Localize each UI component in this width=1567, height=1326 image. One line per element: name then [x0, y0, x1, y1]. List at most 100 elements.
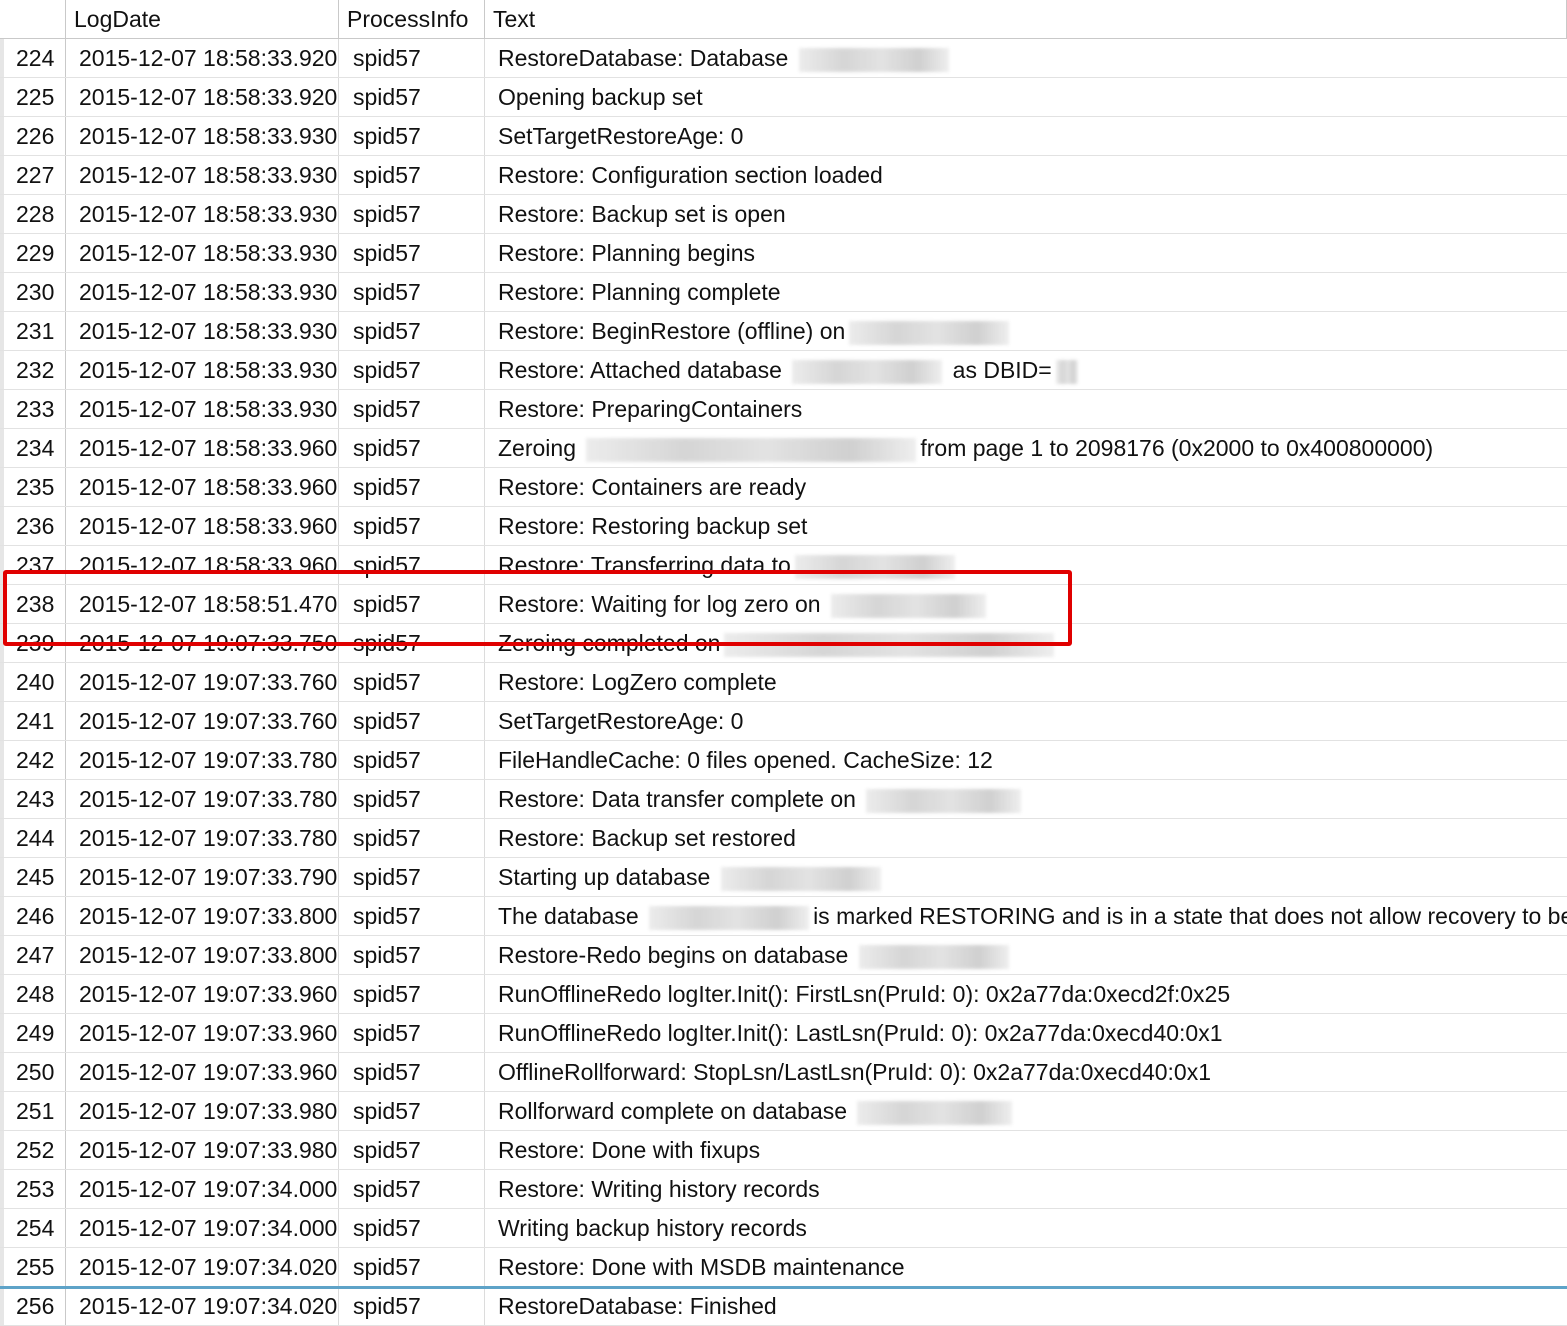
table-row[interactable]: 226 2015-12-07 18:58:33.930 spid57 SetTarge…: [0, 117, 1567, 156]
logdate-cell[interactable]: 2015-12-07 19:07:34.020: [66, 1248, 339, 1286]
table-row[interactable]: 231 2015-12-07 18:58:33.930 spid57 Restore:…: [0, 312, 1567, 351]
row-number-cell[interactable]: 237: [0, 546, 66, 584]
logdate-cell[interactable]: 2015-12-07 19:07:33.960: [66, 975, 339, 1013]
processinfo-cell[interactable]: spid57: [339, 390, 485, 428]
logdate-cell[interactable]: 2015-12-07 19:07:33.750: [66, 624, 339, 662]
text-cell[interactable]: RestoreDatabase: Database: [485, 39, 1567, 77]
processinfo-cell[interactable]: spid57: [339, 1092, 485, 1130]
processinfo-cell[interactable]: spid57: [339, 936, 485, 974]
table-row[interactable]: 238 2015-12-07 18:58:51.470 spid57 Restore:…: [0, 585, 1567, 624]
text-cell[interactable]: Zeroing completed on: [485, 624, 1567, 662]
processinfo-cell[interactable]: spid57: [339, 585, 485, 623]
row-number-cell[interactable]: 226: [0, 117, 66, 155]
table-row[interactable]: 227 2015-12-07 18:58:33.930 spid57 Restore:…: [0, 156, 1567, 195]
text-cell[interactable]: Restore: Transferring data to: [485, 546, 1567, 584]
header-text[interactable]: Text: [485, 0, 1567, 38]
row-number-cell[interactable]: 235: [0, 468, 66, 506]
row-number-cell[interactable]: 229: [0, 234, 66, 272]
processinfo-cell[interactable]: spid57: [339, 702, 485, 740]
table-row[interactable]: 240 2015-12-07 19:07:33.760 spid57 Restore:…: [0, 663, 1567, 702]
row-number-cell[interactable]: 231: [0, 312, 66, 350]
processinfo-cell[interactable]: spid57: [339, 975, 485, 1013]
table-row[interactable]: 229 2015-12-07 18:58:33.930 spid57 Restore:…: [0, 234, 1567, 273]
table-row[interactable]: 253 2015-12-07 19:07:34.000 spid57 Restore:…: [0, 1170, 1567, 1209]
row-number-cell[interactable]: 232: [0, 351, 66, 389]
table-row[interactable]: 252 2015-12-07 19:07:33.980 spid57 Restore:…: [0, 1131, 1567, 1170]
text-cell[interactable]: Zeroing from page 1 to 2098176 (0x2000 t…: [485, 429, 1567, 467]
logdate-cell[interactable]: 2015-12-07 19:07:33.800: [66, 897, 339, 935]
header-logdate[interactable]: LogDate: [66, 0, 339, 38]
row-number-cell[interactable]: 233: [0, 390, 66, 428]
logdate-cell[interactable]: 2015-12-07 19:07:33.780: [66, 819, 339, 857]
text-cell[interactable]: Restore: Done with MSDB maintenance: [485, 1248, 1567, 1286]
logdate-cell[interactable]: 2015-12-07 19:07:33.960: [66, 1014, 339, 1052]
text-cell[interactable]: Restore: Done with fixups: [485, 1131, 1567, 1169]
row-number-cell[interactable]: 230: [0, 273, 66, 311]
text-cell[interactable]: RunOfflineRedo logIter.Init(): LastLsn(P…: [485, 1014, 1567, 1052]
processinfo-cell[interactable]: spid57: [339, 78, 485, 116]
table-row[interactable]: 245 2015-12-07 19:07:33.790 spid57 Starting…: [0, 858, 1567, 897]
table-row[interactable]: 244 2015-12-07 19:07:33.780 spid57 Restore:…: [0, 819, 1567, 858]
text-cell[interactable]: Restore: Backup set restored: [485, 819, 1567, 857]
text-cell[interactable]: Restore: Planning begins: [485, 234, 1567, 272]
table-row[interactable]: 232 2015-12-07 18:58:33.930 spid57 Restore:…: [0, 351, 1567, 390]
processinfo-cell[interactable]: spid57: [339, 819, 485, 857]
text-cell[interactable]: SetTargetRestoreAge: 0: [485, 117, 1567, 155]
row-number-cell[interactable]: 252: [0, 1131, 66, 1169]
table-row[interactable]: 246 2015-12-07 19:07:33.800 spid57 The data…: [0, 897, 1567, 936]
table-row[interactable]: 224 2015-12-07 18:58:33.920 spid57 RestoreD…: [0, 39, 1567, 78]
processinfo-cell[interactable]: spid57: [339, 312, 485, 350]
logdate-cell[interactable]: 2015-12-07 19:07:33.780: [66, 780, 339, 818]
processinfo-cell[interactable]: spid57: [339, 156, 485, 194]
row-number-cell[interactable]: 224: [0, 39, 66, 77]
processinfo-cell[interactable]: spid57: [339, 117, 485, 155]
text-cell[interactable]: Restore: Backup set is open: [485, 195, 1567, 233]
table-row[interactable]: 254 2015-12-07 19:07:34.000 spid57 Writing …: [0, 1209, 1567, 1248]
row-number-cell[interactable]: 239: [0, 624, 66, 662]
text-cell[interactable]: Restore: Planning complete: [485, 273, 1567, 311]
logdate-cell[interactable]: 2015-12-07 19:07:33.800: [66, 936, 339, 974]
row-number-cell[interactable]: 255: [0, 1248, 66, 1286]
row-number-cell[interactable]: 244: [0, 819, 66, 857]
logdate-cell[interactable]: 2015-12-07 19:07:33.760: [66, 702, 339, 740]
text-cell[interactable]: The database is marked RESTORING and is …: [485, 897, 1567, 935]
logdate-cell[interactable]: 2015-12-07 18:58:33.930: [66, 117, 339, 155]
table-row[interactable]: 235 2015-12-07 18:58:33.960 spid57 Restore:…: [0, 468, 1567, 507]
table-row[interactable]: 256 2015-12-07 19:07:34.020 spid57 RestoreD…: [0, 1287, 1567, 1326]
table-row[interactable]: 237 2015-12-07 18:58:33.960 spid57 Restore:…: [0, 546, 1567, 585]
logdate-cell[interactable]: 2015-12-07 19:07:33.980: [66, 1092, 339, 1130]
table-row[interactable]: 228 2015-12-07 18:58:33.930 spid57 Restore:…: [0, 195, 1567, 234]
processinfo-cell[interactable]: spid57: [339, 507, 485, 545]
table-row[interactable]: 255 2015-12-07 19:07:34.020 spid57 Restore:…: [0, 1248, 1567, 1287]
processinfo-cell[interactable]: spid57: [339, 468, 485, 506]
table-row[interactable]: 236 2015-12-07 18:58:33.960 spid57 Restore:…: [0, 507, 1567, 546]
row-number-cell[interactable]: 251: [0, 1092, 66, 1130]
table-row[interactable]: 249 2015-12-07 19:07:33.960 spid57 RunOffli…: [0, 1014, 1567, 1053]
text-cell[interactable]: Restore: Data transfer complete on: [485, 780, 1567, 818]
processinfo-cell[interactable]: spid57: [339, 1131, 485, 1169]
row-number-cell[interactable]: 250: [0, 1053, 66, 1091]
table-row[interactable]: 247 2015-12-07 19:07:33.800 spid57 Restore-…: [0, 936, 1567, 975]
logdate-cell[interactable]: 2015-12-07 19:07:33.980: [66, 1131, 339, 1169]
row-number-cell[interactable]: 236: [0, 507, 66, 545]
processinfo-cell[interactable]: spid57: [339, 234, 485, 272]
row-number-cell[interactable]: 245: [0, 858, 66, 896]
table-row[interactable]: 233 2015-12-07 18:58:33.930 spid57 Restore:…: [0, 390, 1567, 429]
text-cell[interactable]: Restore-Redo begins on database: [485, 936, 1567, 974]
row-number-cell[interactable]: 246: [0, 897, 66, 935]
text-cell[interactable]: FileHandleCache: 0 files opened. CacheSi…: [485, 741, 1567, 779]
text-cell[interactable]: RestoreDatabase: Finished: [485, 1287, 1567, 1325]
row-number-cell[interactable]: 253: [0, 1170, 66, 1208]
logdate-cell[interactable]: 2015-12-07 18:58:33.960: [66, 429, 339, 467]
text-cell[interactable]: Restore: PreparingContainers: [485, 390, 1567, 428]
row-number-cell[interactable]: 248: [0, 975, 66, 1013]
logdate-cell[interactable]: 2015-12-07 18:58:33.920: [66, 78, 339, 116]
row-number-cell[interactable]: 227: [0, 156, 66, 194]
table-row[interactable]: 243 2015-12-07 19:07:33.780 spid57 Restore:…: [0, 780, 1567, 819]
logdate-cell[interactable]: 2015-12-07 18:58:33.930: [66, 351, 339, 389]
text-cell[interactable]: Restore: Waiting for log zero on: [485, 585, 1567, 623]
logdate-cell[interactable]: 2015-12-07 18:58:33.930: [66, 312, 339, 350]
text-cell[interactable]: Rollforward complete on database: [485, 1092, 1567, 1130]
processinfo-cell[interactable]: spid57: [339, 1248, 485, 1286]
processinfo-cell[interactable]: spid57: [339, 858, 485, 896]
